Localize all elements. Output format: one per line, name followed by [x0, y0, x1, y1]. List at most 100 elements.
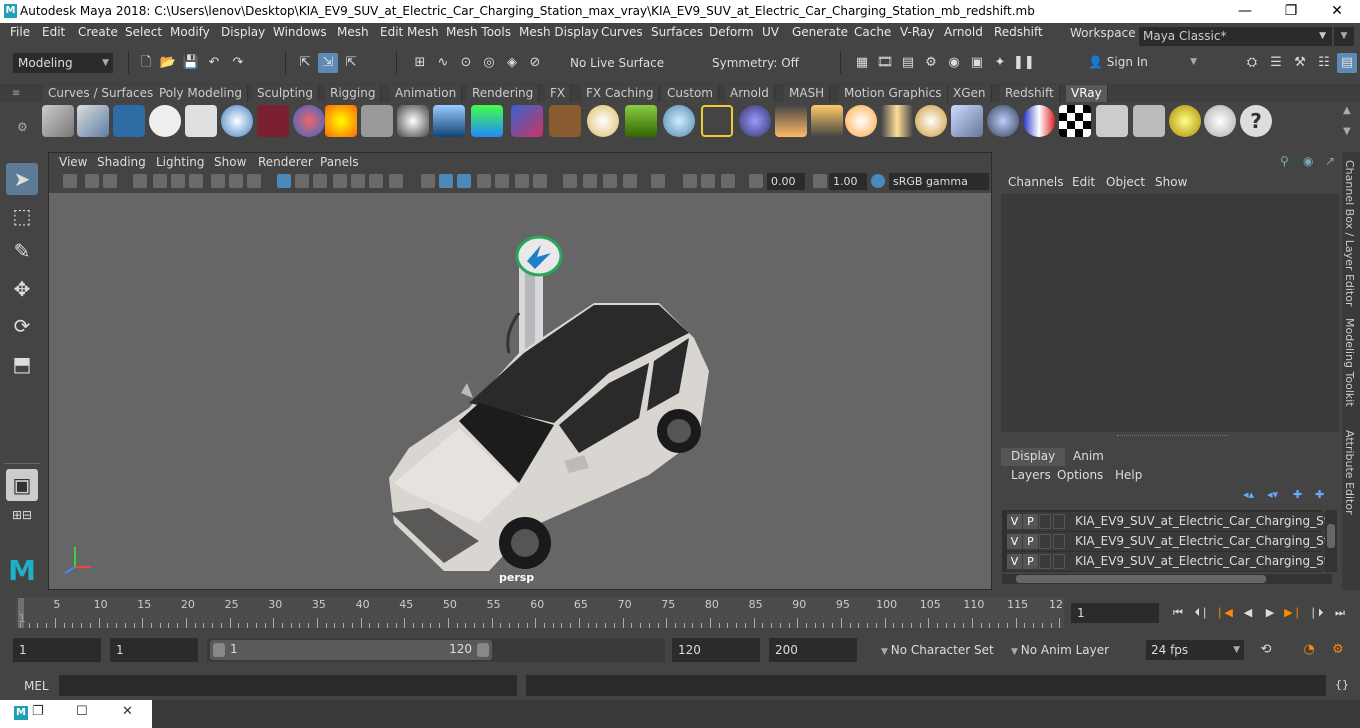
vray-texture-icon[interactable] — [549, 105, 581, 137]
layer-visibility-toggle[interactable]: V — [1007, 514, 1022, 529]
anti-aliasing-icon[interactable] — [583, 174, 597, 188]
close-button[interactable]: ✕ — [1314, 0, 1360, 23]
close-icon[interactable]: ✕ — [122, 704, 133, 719]
vray-sphere-light-icon[interactable] — [775, 105, 807, 137]
color-management-toggle-icon[interactable] — [871, 174, 885, 188]
scrollbar-thumb[interactable] — [1327, 524, 1335, 548]
channel-menu-object[interactable]: Object — [1106, 175, 1145, 189]
range-end-grip[interactable] — [477, 643, 489, 657]
command-language-label[interactable]: MEL — [24, 679, 49, 693]
menu-arnold[interactable]: Arnold — [944, 25, 983, 39]
undo-icon[interactable]: ↶ — [204, 53, 224, 73]
menu-edit-mesh[interactable]: Edit Mesh — [380, 25, 439, 39]
channel-box-icon[interactable]: ▤ — [1337, 53, 1357, 73]
layer-vertical-scrollbar[interactable] — [1325, 510, 1337, 572]
animation-preferences-icon[interactable]: ⚙ — [1328, 640, 1348, 660]
viewport-scene[interactable]: persp — [49, 193, 991, 589]
viewport-menu-panels[interactable]: Panels — [320, 155, 359, 169]
channel-box-expand-icon[interactable]: ↗ — [1325, 154, 1335, 168]
shelf-tab-vray[interactable]: VRay — [1066, 85, 1108, 102]
workspace-menu-button[interactable]: ▼ — [1334, 27, 1354, 46]
shelf-menu-icon[interactable]: ≡ — [12, 88, 32, 99]
grease-pencil-icon[interactable] — [171, 174, 185, 188]
shelf-tab-redshift[interactable]: Redshift — [1000, 85, 1060, 102]
lasso-tool-icon[interactable]: ⬚ — [6, 200, 38, 232]
loop-icon[interactable]: ⟲ — [1256, 640, 1276, 660]
shelf-tab-custom[interactable]: Custom — [662, 85, 719, 102]
vray-particles-icon[interactable] — [663, 105, 695, 137]
shelf-tab-arnold[interactable]: Arnold — [725, 85, 775, 102]
layer-type-toggle[interactable] — [1039, 534, 1051, 549]
shelf-tab-fx-caching[interactable]: FX Caching — [581, 85, 660, 102]
xray-icon[interactable] — [651, 174, 665, 188]
side-tab-channel-box[interactable]: Channel Box / Layer Editor — [1343, 160, 1356, 307]
xray-joints-icon[interactable] — [701, 174, 715, 188]
camera-attributes-icon[interactable] — [85, 174, 99, 188]
safe-action-icon[interactable] — [295, 174, 309, 188]
workspace-dropdown[interactable]: Maya Classic* ▼ — [1139, 27, 1332, 46]
shelf-scroll-up-icon[interactable]: ▲ — [1343, 105, 1351, 116]
modeling-toolkit-icon[interactable]: ⛭ — [1242, 53, 1262, 73]
smooth-shade-all-icon[interactable] — [439, 174, 453, 188]
channel-menu-channels[interactable]: Channels — [1008, 175, 1064, 189]
perspective-viewport[interactable]: View Shading Lighting Show Renderer Pane… — [48, 152, 992, 590]
shadows-icon[interactable] — [515, 174, 529, 188]
layer-row[interactable]: VP KIA_EV9_SUV_at_Electric_Car_Charging_… — [1007, 532, 1327, 551]
vray-physical-camera-icon[interactable] — [257, 105, 289, 137]
smooth-shade-icon[interactable] — [369, 174, 383, 188]
viewport-menu-show[interactable]: Show — [214, 155, 246, 169]
grid-toggle-icon[interactable] — [277, 174, 291, 188]
new-empty-layer-icon[interactable]: ✚ — [1293, 488, 1302, 501]
bookmarks-icon[interactable] — [103, 174, 117, 188]
vray-proxy-icon[interactable] — [42, 105, 74, 137]
use-all-lights-icon[interactable] — [495, 174, 509, 188]
minimize-button[interactable]: — — [1222, 0, 1268, 23]
layer-tab-display[interactable]: Display — [1001, 448, 1066, 466]
snap-to-grid-icon[interactable]: ⊞ — [410, 53, 430, 73]
menu-surfaces[interactable]: Surfaces — [651, 25, 703, 39]
range-slider-handle[interactable]: 1 120 — [210, 640, 492, 660]
shelf-tab-animation[interactable]: Animation — [390, 85, 463, 102]
wireframe-on-shaded-icon[interactable] — [457, 174, 471, 188]
maximize-button[interactable]: ❐ — [1268, 0, 1314, 23]
gamma-icon[interactable] — [813, 174, 827, 188]
render-view-icon[interactable]: ▦ — [852, 53, 872, 73]
exposure-field[interactable]: 0.00 — [767, 173, 805, 190]
open-scene-icon[interactable]: 📂 — [158, 53, 178, 73]
rotate-tool-icon[interactable]: ⟳ — [6, 310, 38, 342]
channel-box-settings-icon[interactable]: ⚲ — [1280, 154, 1289, 168]
scene-end-field[interactable]: 200 — [769, 638, 857, 662]
vray-frame-buffer-icon[interactable] — [113, 105, 145, 137]
help-icon[interactable]: ? — [1240, 105, 1272, 137]
scrollbar-thumb[interactable] — [1016, 575, 1266, 583]
vray-ies-light-icon[interactable] — [881, 105, 913, 137]
shelf-tab-poly-modeling[interactable]: Poly Modeling — [154, 85, 248, 102]
minimized-window[interactable]: M ❐ ☐ ✕ — [0, 700, 152, 728]
playback-end-field[interactable]: 120 — [672, 638, 760, 662]
vray-logo-icon[interactable] — [149, 105, 181, 137]
menu-uv[interactable]: UV — [762, 25, 779, 39]
scale-tool-icon[interactable]: ⬒ — [6, 348, 38, 380]
layer-color-swatch[interactable] — [1053, 554, 1065, 569]
vray-dome-light-icon[interactable] — [221, 105, 253, 137]
vray-vfb-icon[interactable] — [1096, 105, 1128, 137]
current-frame-field[interactable]: 1 — [1071, 603, 1159, 623]
snap-to-point-icon[interactable]: ⊙ — [456, 53, 476, 73]
select-by-hierarchy-icon[interactable]: ⇱ — [295, 53, 315, 73]
four-view-layout-icon[interactable]: ⊞⊟ — [6, 507, 38, 539]
select-by-object-icon[interactable]: ⇲ — [318, 53, 338, 73]
menu-windows[interactable]: Windows — [273, 25, 327, 39]
depth-of-field-icon[interactable] — [603, 174, 617, 188]
vray-light-lister-icon[interactable] — [1169, 105, 1201, 137]
new-layer-selected-icon[interactable]: ✚ — [1315, 488, 1324, 501]
vray-scatter-icon[interactable] — [625, 105, 657, 137]
wireframe-icon[interactable] — [351, 174, 365, 188]
menu-redshift[interactable]: Redshift — [994, 25, 1043, 39]
viewport-menu-view[interactable]: View — [59, 155, 87, 169]
vray-sphere-icon[interactable] — [397, 105, 429, 137]
vray-curve-icon[interactable] — [701, 105, 733, 137]
viewport-menu-shading[interactable]: Shading — [97, 155, 146, 169]
menu-deform[interactable]: Deform — [709, 25, 754, 39]
image-plane-icon[interactable] — [133, 174, 147, 188]
shelf-tab-sculpting[interactable]: Sculpting — [252, 85, 320, 102]
